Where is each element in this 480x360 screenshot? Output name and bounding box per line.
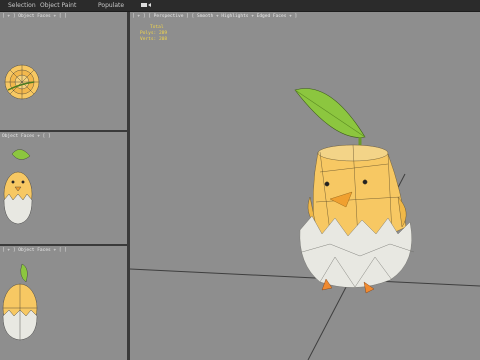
viewport-left[interactable]: [ + ] Object Faces + [ ] xyxy=(0,246,127,360)
stats-verts: Verts: 208 xyxy=(140,37,168,42)
viewport-left-model xyxy=(2,263,38,341)
viewport-top-label[interactable]: [ + ] Object Faces + [ ] xyxy=(2,14,67,19)
viewport-perspective[interactable]: [ + ] [ Perspective ] [ Smooth + Highlig… xyxy=(130,12,480,360)
scene-statistics: Total Polys: 289 Verts: 208 xyxy=(140,25,167,43)
viewport-top[interactable]: [ + ] Object Faces + [ ] xyxy=(0,12,127,130)
viewport-left-label[interactable]: [ + ] Object Faces + [ ] xyxy=(2,248,67,253)
main-toolbar: Selection Object Paint Populate xyxy=(0,0,480,12)
view-options-icon[interactable] xyxy=(140,1,152,11)
viewport-front-label[interactable]: Object Faces + [ ] xyxy=(2,134,51,139)
menu-selection[interactable]: Selection xyxy=(8,2,36,9)
perspective-scene xyxy=(130,88,480,360)
menu-object-paint[interactable]: Object Paint xyxy=(40,2,76,9)
viewport-top-model xyxy=(4,64,40,100)
viewport-front-model xyxy=(3,149,33,225)
viewport-front[interactable]: Object Faces + [ ] xyxy=(0,132,127,244)
menu-populate[interactable]: Populate xyxy=(98,2,124,9)
viewport-perspective-label[interactable]: [ + ] [ Perspective ] [ Smooth + Highlig… xyxy=(132,14,297,19)
leaf-mesh xyxy=(294,88,366,154)
